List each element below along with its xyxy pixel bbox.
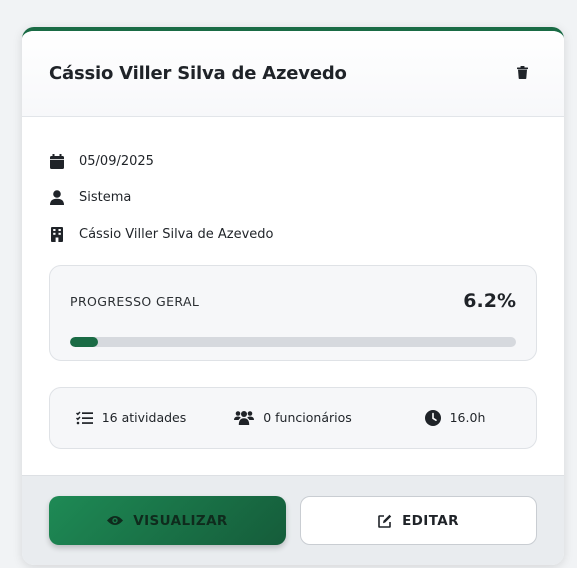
stat-employees: 0 funcionários	[212, 410, 374, 425]
stat-hours-text: 16.0h	[449, 410, 486, 425]
project-card: Cássio Viller Silva de Azevedo 05/09/202…	[22, 27, 564, 565]
meta-company-text: Cássio Viller Silva de Azevedo	[79, 226, 274, 242]
edit-button[interactable]: EDITAR	[300, 496, 537, 545]
progress-bar	[70, 336, 516, 347]
user-icon	[49, 190, 65, 206]
view-button[interactable]: VISUALIZAR	[49, 496, 286, 545]
calendar-icon	[49, 153, 65, 169]
meta-date-text: 05/09/2025	[79, 153, 154, 169]
card-body: 05/09/2025 Sistema Cássio Viller Silva d…	[22, 117, 564, 449]
progress-value: 6.2%	[463, 290, 516, 312]
progress-bar-fill	[70, 336, 98, 347]
meta-date: 05/09/2025	[49, 143, 537, 180]
card-title: Cássio Viller Silva de Azevedo	[49, 63, 347, 84]
card-footer: VISUALIZAR EDITAR	[22, 475, 564, 565]
progress-panel: PROGRESSO GERAL 6.2%	[49, 264, 537, 361]
progress-label: PROGRESSO GERAL	[70, 293, 200, 309]
meta-company: Cássio Viller Silva de Azevedo	[49, 216, 537, 253]
users-icon	[234, 410, 255, 425]
card-header: Cássio Viller Silva de Azevedo	[22, 31, 564, 117]
meta-user-text: Sistema	[79, 190, 132, 206]
clock-icon	[424, 409, 441, 426]
meta-user: Sistema	[49, 180, 537, 217]
task-list-icon	[75, 410, 93, 425]
stat-employees-text: 0 funcionários	[263, 410, 352, 425]
trash-icon	[516, 64, 528, 83]
building-icon	[49, 226, 65, 242]
stat-activities: 16 atividades	[50, 410, 212, 425]
stat-activities-text: 16 atividades	[101, 410, 187, 425]
delete-button[interactable]	[508, 60, 536, 88]
eye-icon	[107, 515, 124, 526]
edit-button-label: EDITAR	[402, 512, 459, 529]
stat-hours: 16.0h	[374, 409, 536, 426]
stats-panel: 16 atividades 0 funcionários 16.0h	[49, 386, 537, 449]
edit-icon	[378, 514, 392, 528]
view-button-label: VISUALIZAR	[133, 512, 228, 529]
